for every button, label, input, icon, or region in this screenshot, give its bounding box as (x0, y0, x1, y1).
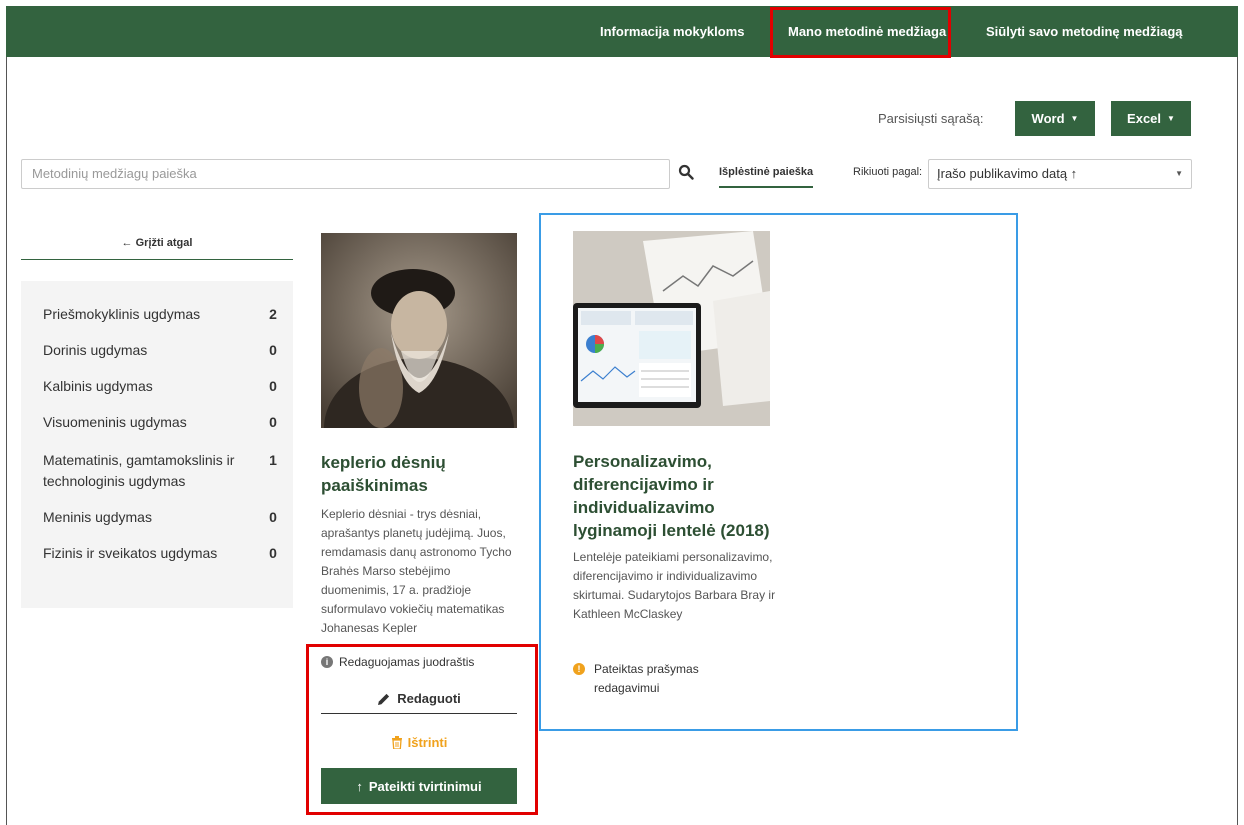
category-count: 1 (269, 452, 277, 468)
caret-down-icon: ▼ (1070, 114, 1079, 123)
word-button-label: Word (1031, 111, 1065, 126)
category-item[interactable]: Fizinis ir sveikatos ugdymas 0 (43, 543, 283, 564)
category-item[interactable]: Visuomeninis ugdymas 0 (43, 412, 283, 433)
sort-select[interactable]: Įrašo publikavimo datą ↑ ▼ (928, 159, 1192, 189)
category-item[interactable]: Kalbinis ugdymas 0 (43, 376, 283, 397)
category-count: 0 (269, 509, 277, 525)
highlight-box-actions (306, 644, 538, 815)
top-navigation: Informacija mokykloms Mano metodinė medž… (6, 6, 1238, 57)
back-link[interactable]: ← Grįžti atgal (21, 237, 293, 260)
caret-down-icon: ▼ (1167, 114, 1175, 123)
card-description: Lentelėje pateikiami personalizavimo, di… (573, 550, 776, 621)
category-label: Priešmokyklinis ugdymas (43, 306, 201, 322)
nav-link-info[interactable]: Informacija mokykloms (600, 6, 745, 57)
arrow-left-icon: ← (121, 237, 133, 249)
sort-label: Rikiuoti pagal: (853, 166, 923, 178)
category-count: 0 (269, 342, 277, 358)
nav-link-suggest[interactable]: Siūlyti savo metodinę medžiagą (986, 6, 1183, 57)
search-icon[interactable] (678, 164, 694, 180)
download-list-label: Parsisiųsti sąrašą: (878, 111, 984, 126)
word-download-button[interactable]: Word ▼ (1015, 101, 1095, 136)
back-link-label: Grįžti atgal (135, 237, 193, 249)
request-status: ! Pateiktas prašymas redagavimui (573, 660, 743, 698)
category-count: 0 (269, 378, 277, 394)
category-label: Kalbinis ugdymas (43, 378, 153, 394)
category-label: Fizinis ir sveikatos ugdymas (43, 545, 218, 561)
search-input[interactable]: Metodinių medžiagų paieška (21, 159, 670, 189)
category-count: 2 (269, 306, 277, 322)
category-item[interactable]: Dorinis ugdymas 0 (43, 340, 283, 361)
chevron-down-icon: ▼ (1175, 169, 1183, 178)
category-label: Visuomeninis ugdymas (43, 414, 187, 430)
category-label: Dorinis ugdymas (43, 342, 148, 358)
category-panel: Priešmokyklinis ugdymas 2 Dorinis ugdyma… (21, 281, 293, 608)
sort-selected-value: Įrašo publikavimo datą ↑ (937, 166, 1078, 181)
category-label: Matematinis, gamtamokslinis ir technolog… (43, 452, 235, 489)
portrait-image (321, 233, 517, 428)
card-thumbnail-dashboard[interactable] (573, 231, 770, 426)
advanced-search-link[interactable]: Išplėstinė paieška (719, 166, 814, 188)
category-item[interactable]: Meninis ugdymas 0 (43, 507, 283, 528)
category-item[interactable]: Priešmokyklinis ugdymas 2 (43, 304, 283, 325)
warning-icon: ! (573, 663, 585, 675)
category-count: 0 (269, 414, 277, 430)
category-label: Meninis ugdymas (43, 509, 152, 525)
excel-download-button[interactable]: Excel ▼ (1111, 101, 1191, 136)
card-thumbnail-portrait[interactable] (321, 233, 517, 428)
category-item[interactable]: Matematinis, gamtamokslinis ir technolog… (43, 450, 283, 492)
card-title[interactable]: Personalizavimo, diferencijavimo ir indi… (573, 450, 783, 542)
request-status-label: Pateiktas prašymas redagavimui (594, 662, 699, 695)
card-description: Keplerio dėsniai - trys dėsniai, aprašan… (321, 507, 512, 635)
excel-button-label: Excel (1127, 111, 1162, 126)
highlight-box-nav (770, 7, 951, 58)
category-count: 0 (269, 545, 277, 561)
dashboard-image (573, 231, 770, 426)
card-title[interactable]: keplerio dėsnių paaiškinimas (321, 451, 521, 497)
